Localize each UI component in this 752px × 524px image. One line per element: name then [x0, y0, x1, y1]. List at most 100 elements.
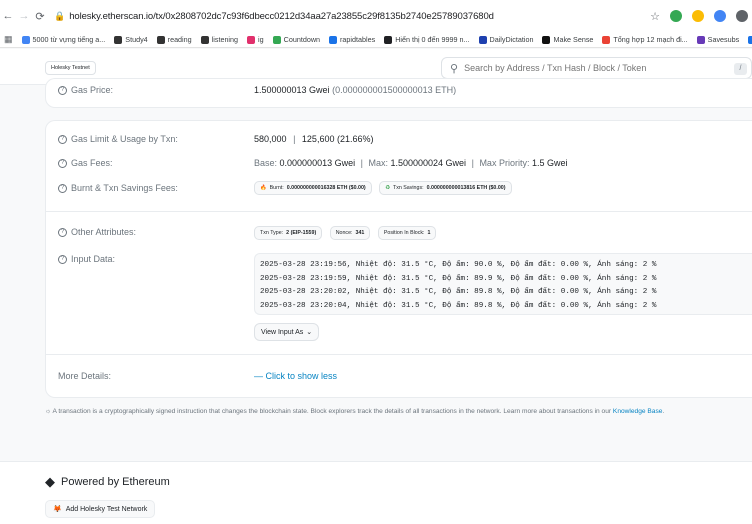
knowledge-base-link[interactable]: Knowledge Base: [613, 408, 663, 415]
bookmark-item[interactable]: Tổng hợp 12 mạch đi...: [602, 35, 688, 44]
input-line: 2025-03-28 23:19:59, Nhiệt độ: 31.5 °C, …: [260, 274, 657, 283]
bookmark-item[interactable]: Study4: [114, 35, 148, 44]
footnote-end: .: [662, 408, 665, 415]
help-icon[interactable]: ?: [58, 227, 67, 237]
extension-face-icon[interactable]: [692, 10, 704, 22]
fire-icon: 🔥: [260, 185, 267, 191]
bookmark-item[interactable]: Countdown: [272, 35, 321, 44]
bookmark-item[interactable]: reading: [156, 35, 192, 44]
gas-price-label-wrap: ? Gas Price:: [58, 85, 113, 95]
ethereum-logo-icon: ◆: [45, 474, 55, 489]
bookmark-favicon-icon: [156, 35, 165, 44]
lightbulb-icon: ☼: [45, 408, 52, 415]
other-attr-label: Other Attributes:: [71, 227, 137, 237]
separator: |: [360, 158, 363, 168]
bookmark-item[interactable]: 5000 từ vựng tiếng a...: [21, 35, 105, 44]
extension-icons: ☆: [650, 10, 748, 23]
powered-by: ◆ Powered by Ethereum: [45, 474, 170, 490]
bookmark-label: listening: [211, 35, 239, 44]
gas-limit-value-wrap: 580,000 | 125,600 (21.66%): [254, 134, 373, 144]
bookmark-favicon-icon: [696, 35, 705, 44]
gas-price-value: 1.500000013 Gwei: [254, 85, 330, 95]
add-network-label: Add Holesky Test Network: [65, 505, 148, 513]
browser-toolbar: ← → ⟳ 🔒 holesky.etherscan.io/tx/0x280870…: [0, 0, 752, 32]
bookmark-item[interactable]: DailyDictation: [478, 35, 534, 44]
help-icon[interactable]: ?: [58, 85, 67, 95]
base-fee-label: Base:: [254, 158, 278, 168]
extension-puzzle-icon[interactable]: [736, 10, 748, 22]
extension-shield-icon[interactable]: [670, 10, 682, 22]
search-box[interactable]: ⚲ /: [441, 57, 752, 79]
show-less-link[interactable]: — Click to show less: [254, 371, 337, 381]
max-fee-label: Max:: [368, 158, 388, 168]
apps-grid-icon[interactable]: ▦: [4, 34, 13, 45]
help-icon[interactable]: ?: [58, 183, 67, 193]
bookmark-label: Savesubs: [707, 35, 740, 44]
divider: [46, 211, 752, 212]
forward-icon[interactable]: →: [16, 10, 32, 22]
bookmark-favicon-icon: [272, 35, 281, 44]
bookmark-item[interactable]: ig: [247, 35, 264, 44]
help-icon[interactable]: ?: [58, 134, 67, 144]
slash-shortcut-key: /: [734, 63, 747, 75]
gas-price-card: ? Gas Price: 1.500000013 Gwei (0.0000000…: [45, 78, 752, 108]
back-icon[interactable]: ←: [0, 10, 16, 22]
add-network-button[interactable]: 🦊 Add Holesky Test Network: [45, 500, 156, 518]
gas-price-sub: (0.000000001500000013 ETH): [332, 85, 457, 95]
lock-icon: 🔒: [54, 10, 66, 21]
divider: [46, 354, 752, 355]
max-priority-label: Max Priority:: [479, 158, 530, 168]
bookmark-item[interactable]: Savesubs: [696, 35, 740, 44]
bookmarks-bar: ▦ 5000 từ vựng tiếng a... Study4 reading li…: [0, 32, 752, 48]
bookmark-favicon-icon: [114, 35, 123, 44]
input-line: 2025-03-28 23:20:02, Nhiệt độ: 31.5 °C, …: [260, 288, 657, 296]
bookmark-favicon-icon: [602, 35, 611, 44]
bookmark-item[interactable]: Make Sense: [542, 35, 593, 44]
separator: |: [293, 134, 296, 144]
bookmark-favicon-icon: [478, 35, 487, 44]
bookmark-label: DailyDictation: [489, 35, 534, 44]
url-text[interactable]: holesky.etherscan.io/tx/0x2808702dc7c93f…: [69, 11, 494, 22]
position-label: Position In Block:: [383, 230, 425, 236]
savings-pill-label: Txn Savings:: [392, 185, 424, 191]
reload-icon[interactable]: ⟳: [32, 10, 48, 23]
address-bar[interactable]: 🔒 holesky.etherscan.io/tx/0x2808702dc7c9…: [54, 11, 650, 22]
view-input-as-button[interactable]: View Input As ⌄: [254, 323, 320, 341]
nonce-value: 341: [355, 230, 365, 236]
gas-fees-value-wrap: Base: 0.000000013 Gwei | Max: 1.50000002…: [254, 158, 568, 168]
input-data-label-wrap: ? Input Data:: [58, 254, 115, 264]
separator: |: [471, 158, 474, 168]
help-icon[interactable]: ?: [58, 158, 67, 168]
view-input-as-label: View Input As: [261, 328, 304, 336]
bookmark-favicon-icon: [200, 35, 209, 44]
bookmark-label: rapidtables: [340, 35, 376, 44]
bookmark-item[interactable]: listening: [200, 35, 239, 44]
gas-price-label: Gas Price:: [71, 85, 114, 95]
star-icon[interactable]: ☆: [650, 10, 660, 23]
bookmark-item[interactable]: toeic_: [748, 35, 752, 44]
nonce-label: Nonce:: [335, 230, 353, 236]
network-badge[interactable]: Holesky Testnet: [45, 61, 96, 75]
more-details-label: More Details:: [58, 371, 112, 381]
extension-translate-icon[interactable]: [714, 10, 726, 22]
other-attr-pills: Txn Type: 2 (EIP-1559) Nonce: 341 Positi…: [254, 226, 441, 240]
bookmark-item[interactable]: Hiển thị 0 đến 9999 n...: [384, 35, 470, 44]
gas-limit-value: 580,000: [254, 134, 287, 144]
bookmark-label: Hiển thị 0 đến 9999 n...: [395, 35, 470, 44]
bookmark-label: Countdown: [283, 35, 321, 44]
savings-pill: ♻ Txn Savings: 0.000000000013816 ETH ($0…: [379, 181, 512, 195]
position-pill: Position In Block: 1: [377, 226, 437, 240]
input-data-textarea[interactable]: 2025-03-28 23:19:56, Nhiệt độ: 31.5 °C, …: [254, 253, 752, 315]
help-icon[interactable]: ?: [58, 254, 67, 264]
burnt-label: Burnt & Txn Savings Fees:: [71, 183, 178, 193]
bookmark-label: Study4: [125, 35, 148, 44]
burnt-pills: 🔥 Burnt: 0.000000000016328 ETH ($0.00) ♻…: [254, 181, 517, 195]
savings-icon: ♻: [385, 185, 390, 191]
position-value: 1: [427, 230, 431, 236]
other-attr-label-wrap: ? Other Attributes:: [58, 227, 136, 237]
txn-type-pill: Txn Type: 2 (EIP-1559): [254, 226, 323, 240]
bookmark-label: reading: [167, 35, 192, 44]
bookmark-item[interactable]: rapidtables: [329, 35, 375, 44]
footnote-text: A transaction is a cryptographically sig…: [52, 408, 613, 415]
search-input[interactable]: [464, 63, 725, 73]
